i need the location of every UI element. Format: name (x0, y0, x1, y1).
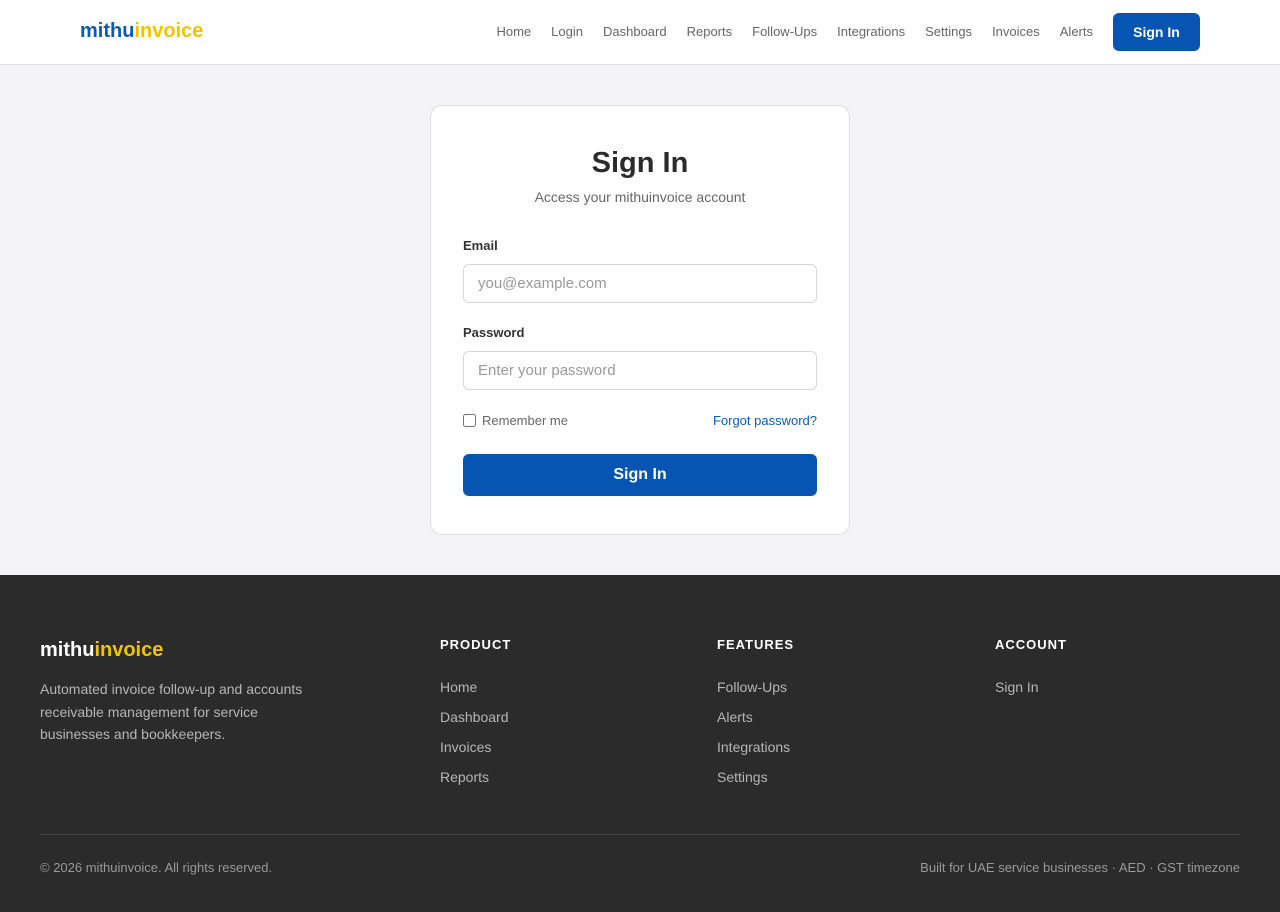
brand-logo-part1: mithu (80, 20, 135, 42)
remember-me-checkbox[interactable] (463, 413, 476, 427)
footer-brand-logo: mithuinvoice (40, 639, 163, 662)
nav-link-settings[interactable]: Settings (925, 13, 972, 51)
footer-heading-features: FEATURES (717, 637, 795, 652)
footer-link-settings[interactable]: Settings (717, 768, 794, 786)
nav-link-follow-ups[interactable]: Follow-Ups (752, 13, 817, 51)
main-nav: Home Login Dashboard Reports Follow-Ups … (496, 13, 1200, 51)
footer-column-product: PRODUCT Home Dashboard Invoices Reports (440, 637, 511, 786)
footer-copyright: © 2026 mithuinvoice. All rights reserved… (40, 860, 273, 875)
remember-me-option[interactable]: Remember me (463, 413, 568, 428)
main-content: Sign In Access your mithuinvoice account… (0, 65, 1280, 575)
sign-in-submit-button[interactable]: Sign In (463, 454, 817, 496)
footer-divider (40, 834, 1240, 835)
password-label: Password (463, 325, 525, 340)
site-footer: mithuinvoice Automated invoice follow-up… (0, 575, 1280, 912)
nav-link-reports[interactable]: Reports (687, 13, 733, 51)
forgot-password-link[interactable]: Forgot password? (713, 413, 817, 428)
footer-link-integrations[interactable]: Integrations (717, 738, 794, 756)
sign-in-card: Sign In Access your mithuinvoice account… (430, 105, 850, 535)
footer-link-sign-in[interactable]: Sign In (995, 678, 1067, 696)
top-navbar: mithuinvoice Home Login Dashboard Report… (0, 0, 1280, 65)
remember-me-label: Remember me (482, 412, 568, 428)
footer-description: Automated invoice follow-up and accounts… (40, 681, 303, 742)
nav-link-integrations[interactable]: Integrations (837, 13, 905, 51)
nav-link-home[interactable]: Home (496, 13, 531, 51)
email-label: Email (463, 238, 498, 253)
remember-forgot-row: Remember me Forgot password? (463, 412, 817, 428)
sign-in-subtitle: Access your mithuinvoice account (534, 189, 746, 205)
nav-link-invoices[interactable]: Invoices (992, 13, 1040, 51)
nav-sign-in-button[interactable]: Sign In (1113, 13, 1200, 51)
nav-link-dashboard[interactable]: Dashboard (603, 13, 667, 51)
footer-brand-part2: invoice (94, 639, 164, 661)
sign-in-title: Sign In (591, 147, 689, 179)
footer-link-follow-ups[interactable]: Follow-Ups (717, 678, 794, 696)
brand-logo[interactable]: mithuinvoice (80, 20, 203, 43)
footer-link-invoices[interactable]: Invoices (440, 738, 511, 756)
email-field[interactable] (463, 264, 817, 303)
footer-column-account: ACCOUNT Sign In (995, 637, 1067, 696)
password-field[interactable] (463, 351, 817, 390)
footer-brand-part1: mithu (40, 639, 95, 661)
footer-column-features: FEATURES Follow-Ups Alerts Integrations … (717, 637, 794, 786)
footer-heading-product: PRODUCT (440, 637, 512, 652)
footer-link-dashboard[interactable]: Dashboard (440, 708, 511, 726)
nav-link-login[interactable]: Login (551, 13, 583, 51)
brand-logo-part2: invoice (134, 20, 204, 42)
footer-heading-account: ACCOUNT (995, 637, 1067, 652)
nav-link-alerts[interactable]: Alerts (1060, 13, 1093, 51)
footer-link-reports[interactable]: Reports (440, 768, 511, 786)
footer-link-home[interactable]: Home (440, 678, 511, 696)
footer-note: Built for UAE service businesses · AED ·… (920, 860, 1240, 875)
footer-link-alerts[interactable]: Alerts (717, 708, 794, 726)
